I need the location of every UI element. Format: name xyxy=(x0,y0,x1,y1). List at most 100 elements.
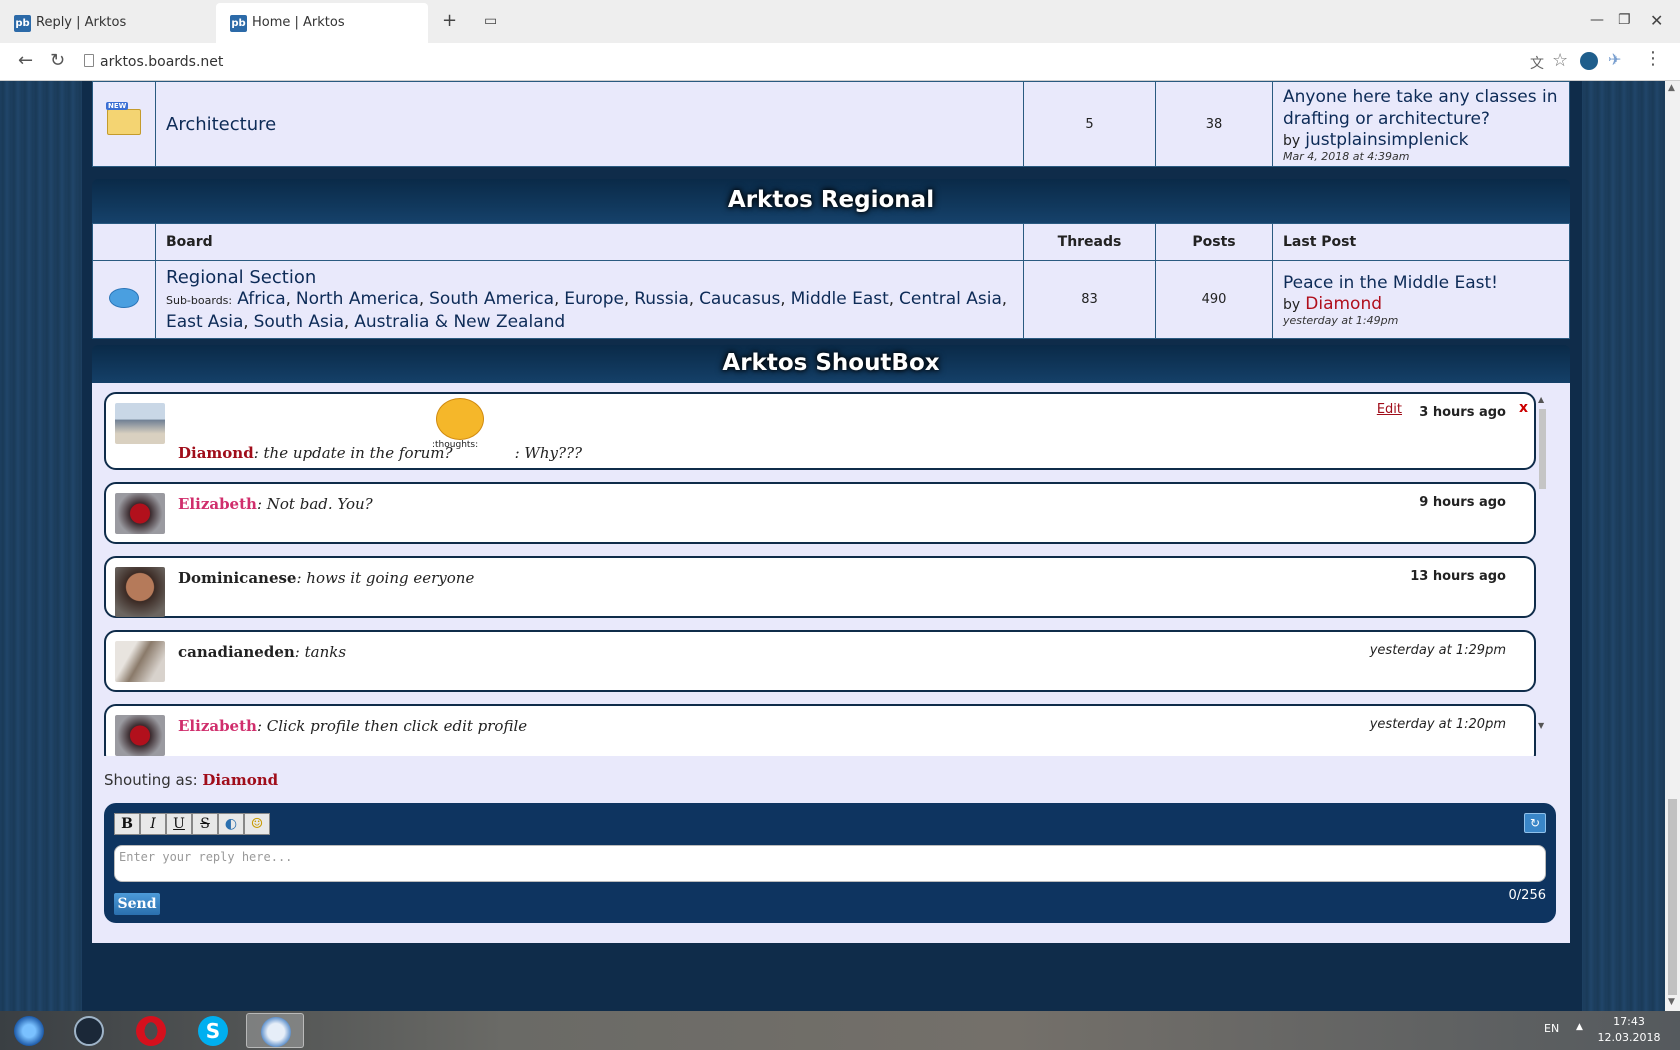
shout-username[interactable]: Dominicanese xyxy=(178,569,296,587)
translate-icon[interactable]: 文 xyxy=(1530,53,1548,72)
delete-shout-icon[interactable]: x xyxy=(1519,400,1528,416)
back-arrow-icon[interactable]: ← xyxy=(18,50,33,71)
subboard-link[interactable]: South America xyxy=(429,289,554,309)
bold-button[interactable]: B xyxy=(114,813,140,835)
link-globe-icon[interactable]: ◐ xyxy=(218,813,244,835)
new-tab-icon[interactable]: + xyxy=(442,10,457,31)
subboard-link[interactable]: Russia xyxy=(634,289,689,309)
last-post-title-link[interactable]: Anyone here take any classes in drafting… xyxy=(1283,86,1559,130)
avatar[interactable] xyxy=(115,403,165,444)
restore-icon[interactable]: ❐ xyxy=(1618,12,1631,28)
avatar[interactable] xyxy=(115,641,165,682)
avatar[interactable] xyxy=(115,567,165,617)
edit-shout-link[interactable]: Edit xyxy=(1377,402,1402,417)
shout-reply-input[interactable]: Enter your reply here... xyxy=(114,845,1546,882)
refresh-shoutbox-icon[interactable]: ↻ xyxy=(1524,813,1546,833)
shouting-as-text: Shouting as: xyxy=(104,771,198,789)
shouting-as-user[interactable]: Diamond xyxy=(202,771,278,789)
last-post-cell: Peace in the Middle East! by Diamond yes… xyxy=(1272,260,1570,339)
shout-message: Elizabeth: Click profile then click edit… xyxy=(178,717,527,735)
shout-item: canadianeden: tanks yesterday at 1:29pm xyxy=(104,630,1536,692)
address-bar[interactable]: arktos.boards.net xyxy=(84,46,1514,76)
tab-reply-arktos[interactable]: pb Reply | Arktos xyxy=(0,3,216,43)
taskbar-skype[interactable]: S xyxy=(184,1013,242,1048)
subboard-link[interactable]: Middle East xyxy=(791,289,889,309)
general-boards-table: NEW Architecture 5 38 Anyone here take a… xyxy=(92,81,1570,167)
menu-kebab-icon[interactable]: ⋮ xyxy=(1644,48,1662,69)
strikethrough-button[interactable]: S xyxy=(192,813,218,835)
board-icon-cell: NEW xyxy=(92,81,156,167)
taskbar-steam[interactable] xyxy=(60,1013,118,1048)
extension-globe-icon[interactable] xyxy=(1580,52,1598,70)
page-viewport: NEW Architecture 5 38 Anyone here take a… xyxy=(0,81,1665,1011)
subboard-link[interactable]: Asia xyxy=(208,312,244,332)
shout-username[interactable]: Elizabeth xyxy=(178,717,257,735)
scroll-up-arrow-icon[interactable]: ▲ xyxy=(1538,395,1544,404)
close-window-icon[interactable]: ✕ xyxy=(1650,11,1663,30)
language-indicator[interactable]: EN xyxy=(1544,1022,1559,1035)
subboard-link[interactable]: East xyxy=(166,312,203,332)
send-button[interactable]: Send xyxy=(114,893,160,915)
underline-button[interactable]: U xyxy=(166,813,192,835)
shout-message: Diamond: the update in the forum?: Why??… xyxy=(178,444,582,462)
start-button[interactable] xyxy=(0,1013,58,1048)
tab-label: Reply | Arktos xyxy=(36,15,127,30)
shout-message: Dominicanese: hows it going eeryone xyxy=(178,569,474,587)
scroll-up-arrow-icon[interactable]: ▲ xyxy=(1668,83,1675,93)
shout-username[interactable]: Diamond xyxy=(178,444,254,462)
shout-time: 9 hours ago xyxy=(1419,495,1506,510)
shout-time: 13 hours ago xyxy=(1410,569,1506,584)
emoji-smiley-icon[interactable]: ☺ xyxy=(244,813,270,835)
system-clock[interactable]: 17:43 12.03.2018 xyxy=(1594,1014,1664,1046)
shout-username[interactable]: canadianeden xyxy=(178,643,295,661)
subboard-link[interactable]: Caucasus xyxy=(699,289,780,309)
bookmark-star-icon[interactable]: ☆ xyxy=(1552,50,1570,71)
url-text: arktos.boards.net xyxy=(100,54,224,70)
page-scrollbar-thumb[interactable] xyxy=(1668,799,1677,995)
subboard-link[interactable]: Africa xyxy=(237,289,286,309)
page-info-icon[interactable] xyxy=(84,54,94,67)
subboard-link[interactable]: Europe xyxy=(564,289,624,309)
scrollbar-thumb[interactable] xyxy=(1539,409,1546,489)
format-toolbar: B I U S ◐ ☺ xyxy=(114,813,270,835)
taskbar-browser[interactable] xyxy=(246,1013,304,1048)
shout-text: : hows it going eeryone xyxy=(296,569,475,587)
avatar[interactable] xyxy=(115,493,165,534)
subboard-link[interactable]: North America xyxy=(296,289,419,309)
scroll-down-arrow-icon[interactable]: ▼ xyxy=(1668,997,1675,1007)
shoutbox-scrollbar[interactable]: ▲ ▼ xyxy=(1538,395,1547,735)
last-post-title-link[interactable]: Peace in the Middle East! xyxy=(1283,272,1559,294)
tab-overview-icon[interactable]: ▭ xyxy=(484,13,497,29)
board-row-architecture: NEW Architecture 5 38 Anyone here take a… xyxy=(92,81,1570,167)
thread-count: 5 xyxy=(1023,81,1156,167)
last-post-user-link[interactable]: Diamond xyxy=(1305,294,1382,314)
avatar[interactable] xyxy=(115,715,165,756)
taskbar-opera[interactable] xyxy=(122,1013,180,1048)
browser-icon xyxy=(261,1017,291,1047)
scroll-down-arrow-icon[interactable]: ▼ xyxy=(1538,721,1544,730)
italic-button[interactable]: I xyxy=(140,813,166,835)
tray-expand-icon[interactable]: ▲ xyxy=(1576,1022,1583,1032)
last-post-by-label: by xyxy=(1283,297,1301,313)
subboard-link[interactable]: Australia & New Zealand xyxy=(354,312,565,332)
minimize-icon[interactable]: — xyxy=(1590,12,1604,28)
last-post-cell: Anyone here take any classes in drafting… xyxy=(1272,81,1570,167)
board-link-regional-section[interactable]: Regional Section xyxy=(166,267,1013,288)
page-scrollbar[interactable]: ▲ ▼ xyxy=(1665,81,1680,1011)
shout-message: Elizabeth: Not bad. You? xyxy=(178,495,373,513)
shouting-as-label: Shouting as: Diamond xyxy=(104,771,278,789)
shout-time: yesterday at 1:29pm xyxy=(1369,643,1506,658)
shout-list[interactable]: :thoughts: Diamond: the update in the fo… xyxy=(104,392,1556,756)
extension-bird-icon[interactable]: ✈ xyxy=(1608,50,1626,69)
shoutbox-panel: :thoughts: Diamond: the update in the fo… xyxy=(92,383,1570,943)
reload-icon[interactable]: ↻ xyxy=(50,50,65,71)
subboard-link[interactable]: Central Asia xyxy=(899,289,1002,309)
regional-boards-table: Board Threads Posts Last Post Regional S… xyxy=(92,223,1570,339)
board-link-architecture[interactable]: Architecture xyxy=(166,114,276,135)
last-post-user-link[interactable]: justplainsimplenick xyxy=(1305,130,1468,150)
board-bubble-icon xyxy=(109,287,139,308)
tab-home-arktos[interactable]: pb Home | Arktos xyxy=(216,3,428,43)
windows-taskbar: S xyxy=(0,1011,1680,1050)
shout-username[interactable]: Elizabeth xyxy=(178,495,257,513)
subboard-link[interactable]: South Asia xyxy=(254,312,344,332)
